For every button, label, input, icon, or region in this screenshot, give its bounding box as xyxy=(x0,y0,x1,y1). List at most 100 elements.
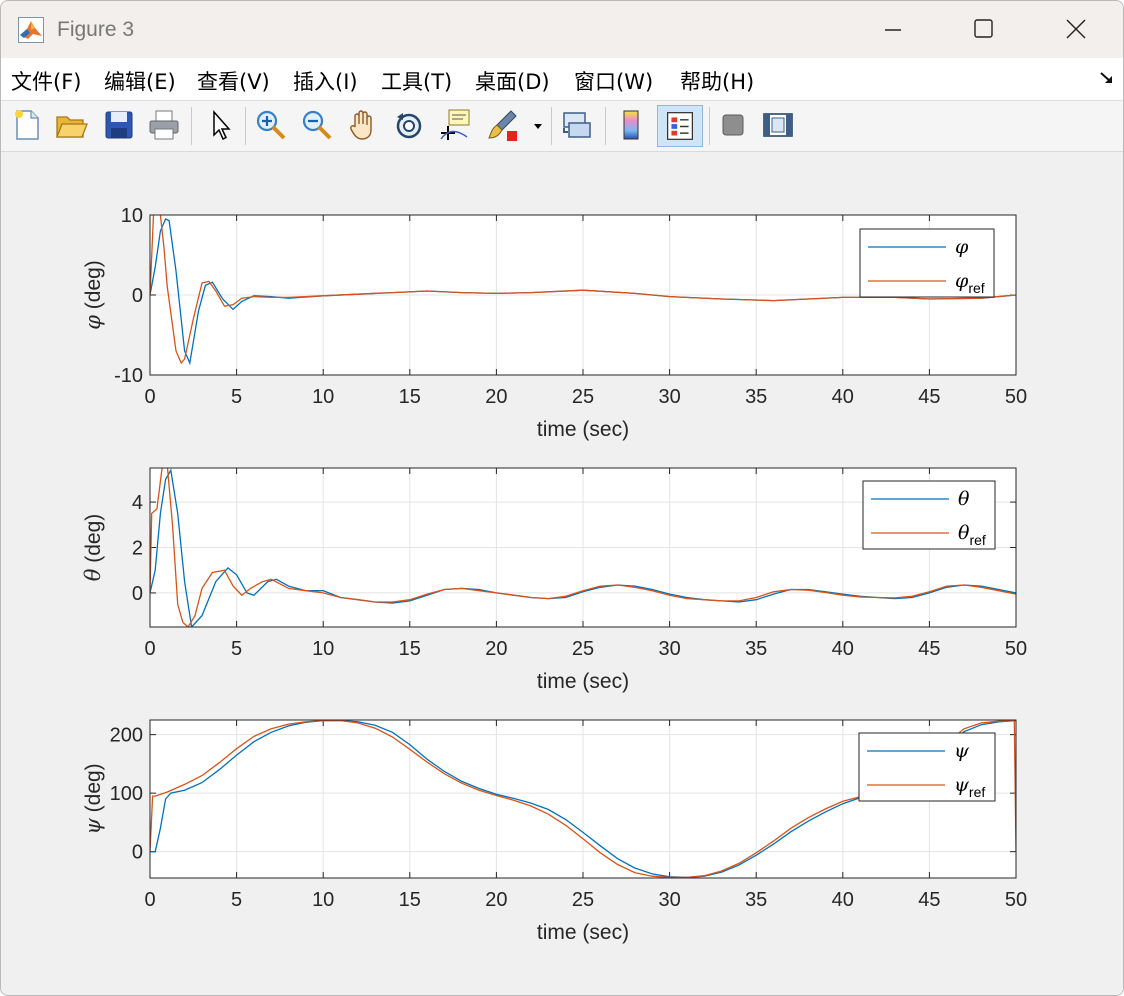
x-tick-label: 25 xyxy=(572,638,594,660)
x-tick-label: 35 xyxy=(745,889,767,911)
x-tick-label: 10 xyxy=(312,386,334,408)
print-icon[interactable] xyxy=(146,107,182,143)
figure-canvas: 0 5 10 15 20 25 30 35 40 45 50 10 0 -10 time (sec) φ (d… xyxy=(1,152,1123,995)
pan-hand-icon[interactable] xyxy=(345,107,381,143)
x-tick-label: 50 xyxy=(1005,889,1027,911)
y-tick-label: 4 xyxy=(132,492,143,514)
menu-edit[interactable]: 编辑(E) xyxy=(104,66,176,96)
x-tick-label: 0 xyxy=(144,638,155,660)
x-tick-label: 50 xyxy=(1005,638,1027,660)
x-tick-label: 15 xyxy=(399,638,421,660)
menu-desktop[interactable]: 桌面(D) xyxy=(475,66,550,96)
x-tick-label: 10 xyxy=(312,638,334,660)
x-tick-label: 50 xyxy=(1005,386,1027,408)
y-tick-label: 0 xyxy=(132,285,143,307)
y-tick-label: 0 xyxy=(132,583,143,605)
x-tick-label: 30 xyxy=(658,638,680,660)
menu-help[interactable]: 帮助(H) xyxy=(680,66,754,96)
zoom-in-icon[interactable] xyxy=(253,107,289,143)
edit-plot-arrow-icon[interactable] xyxy=(203,107,239,143)
x-tick-label: 20 xyxy=(485,386,507,408)
legend-label-symbol: ψ xyxy=(954,740,970,762)
x-tick-label: 40 xyxy=(832,889,854,911)
toolbar-separator xyxy=(605,107,606,145)
x-tick-label: 0 xyxy=(144,889,155,911)
x-tick-label: 10 xyxy=(312,889,334,911)
x-tick-label: 20 xyxy=(485,638,507,660)
legend-label-subscript: ref xyxy=(968,280,984,296)
y-tick-label: -10 xyxy=(114,365,143,387)
legend-icon[interactable] xyxy=(657,105,703,147)
x-tick-label: 30 xyxy=(658,889,680,911)
legend-label-subscript: ref xyxy=(969,532,985,548)
minimize-icon xyxy=(885,29,901,31)
x-tick-label: 5 xyxy=(231,638,242,660)
brush-icon[interactable] xyxy=(485,107,521,143)
legend-label-symbol: θ xyxy=(958,522,970,544)
y-tick-label: 200 xyxy=(110,725,143,747)
menu-window[interactable]: 窗口(W) xyxy=(574,66,653,96)
x-tick-label: 30 xyxy=(658,386,680,408)
x-tick-label: 35 xyxy=(745,638,767,660)
legend-label: ψ xyxy=(954,740,970,762)
y-axis-label: θ (deg) xyxy=(81,514,105,582)
maximize-icon xyxy=(974,19,993,38)
y-tick-label: 0 xyxy=(132,842,143,864)
zoom-out-icon[interactable] xyxy=(299,107,335,143)
open-file-icon[interactable] xyxy=(53,107,89,143)
minimize-button[interactable] xyxy=(845,1,937,58)
toolbar-separator xyxy=(245,107,246,145)
window-title: Figure 3 xyxy=(57,18,135,41)
x-tick-label: 45 xyxy=(918,386,940,408)
x-tick-label: 45 xyxy=(918,889,940,911)
x-tick-label: 45 xyxy=(918,638,940,660)
menu-bar: 文件(F) 编辑(E) 查看(V) 插入(I) 工具(T) 桌面(D) 窗口(W… xyxy=(1,58,1123,101)
x-tick-label: 40 xyxy=(832,386,854,408)
menu-tools[interactable]: 工具(T) xyxy=(381,66,452,96)
y-axis-label-symbol: θ xyxy=(81,568,105,581)
close-button[interactable] xyxy=(1029,1,1121,58)
x-tick-label: 5 xyxy=(231,889,242,911)
x-axis-label: time (sec) xyxy=(537,418,629,441)
new-figure-icon[interactable] xyxy=(9,107,45,143)
legend-label-subscript: ref xyxy=(969,784,985,800)
data-cursor-icon[interactable] xyxy=(437,107,473,143)
y-tick-label: 100 xyxy=(110,783,143,805)
maximize-button[interactable] xyxy=(937,1,1029,58)
x-tick-label: 15 xyxy=(399,889,421,911)
legend-label-symbol: φ xyxy=(955,236,969,258)
toolbar-separator xyxy=(709,107,710,145)
toolbar xyxy=(1,101,1123,152)
menu-file[interactable]: 文件(F) xyxy=(11,66,81,96)
dock-arrow-icon[interactable] xyxy=(1099,70,1115,86)
y-axis-label: ψ (deg) xyxy=(81,763,105,834)
menu-view[interactable]: 查看(V) xyxy=(197,66,270,96)
y-tick-label: 10 xyxy=(121,205,143,227)
x-tick-label: 40 xyxy=(832,638,854,660)
menu-insert[interactable]: 插入(I) xyxy=(293,66,358,96)
y-axis-label-symbol: ψ xyxy=(81,818,105,835)
save-icon[interactable] xyxy=(101,107,137,143)
link-plot-icon[interactable] xyxy=(559,107,595,143)
close-icon xyxy=(1066,19,1086,39)
x-tick-label: 25 xyxy=(572,386,594,408)
x-axis-label: time (sec) xyxy=(537,921,629,944)
legend-label: φ xyxy=(955,236,969,258)
hide-plot-tools-icon[interactable] xyxy=(715,107,751,143)
brush-dropdown-chevron-down-icon[interactable] xyxy=(533,121,543,131)
figure-window: Figure 3 文件(F) 编辑(E) 查看(V) 插入(I) 工具(T) 桌… xyxy=(0,0,1124,996)
x-axis-label: time (sec) xyxy=(537,670,629,693)
rotate-3d-icon[interactable] xyxy=(391,107,427,143)
colorbar-icon[interactable] xyxy=(613,107,649,143)
x-tick-label: 15 xyxy=(399,386,421,408)
x-tick-label: 25 xyxy=(572,889,594,911)
title-bar: Figure 3 xyxy=(1,1,1123,58)
y-axis-label-unit: (deg) xyxy=(82,763,105,818)
y-axis-label: φ (deg) xyxy=(81,260,105,330)
x-tick-label: 5 xyxy=(231,386,242,408)
show-plot-tools-icon[interactable] xyxy=(760,107,796,143)
legend-label-symbol: θ xyxy=(958,488,970,510)
toolbar-separator xyxy=(191,107,192,145)
legend-label-symbol: φ xyxy=(955,270,969,292)
y-axis-label-unit: (deg) xyxy=(82,260,105,315)
